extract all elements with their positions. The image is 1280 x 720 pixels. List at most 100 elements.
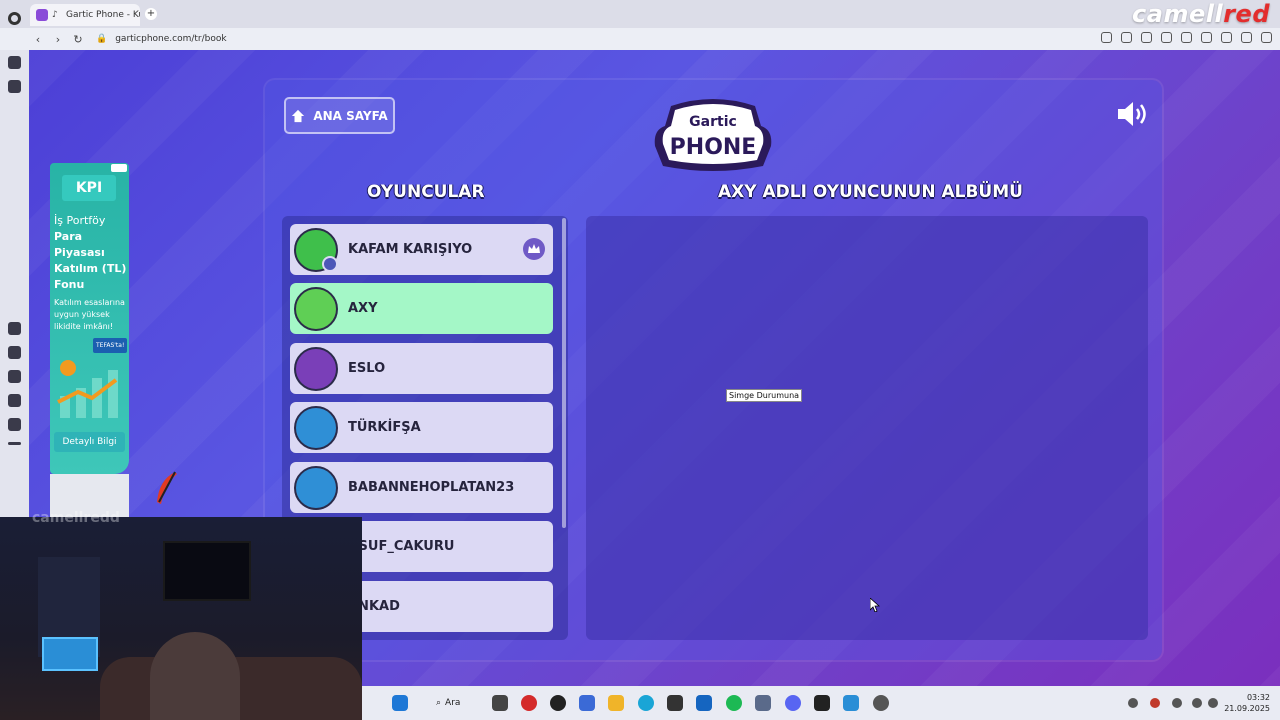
ad-line1: İş Portföy	[54, 214, 106, 227]
player-name: ESLO	[348, 361, 386, 376]
speaker-icon[interactable]: ♪	[52, 10, 62, 20]
address-bar-actions	[1101, 32, 1272, 43]
owner-badge-icon	[322, 256, 338, 272]
tooltip: Simge Durumuna	[726, 389, 803, 402]
app-icon-2[interactable]	[755, 695, 771, 711]
tray-app-icon[interactable]	[1150, 698, 1160, 708]
file-explorer-icon[interactable]	[608, 695, 624, 711]
new-tab-button[interactable]: +	[145, 8, 157, 20]
clock-date: 21.09.2025	[1224, 704, 1270, 713]
player-row[interactable]: BABANNEHOPLATAN23	[290, 462, 553, 513]
logo-phone-text: PHONE	[670, 135, 757, 160]
download-icon[interactable]	[1221, 32, 1232, 43]
tray-chevron-icon[interactable]	[1128, 698, 1138, 708]
outlook-icon[interactable]	[696, 695, 712, 711]
more-icon[interactable]	[8, 442, 21, 445]
taskbar-search-label: Ara	[445, 698, 461, 708]
player-row-active[interactable]: AXY	[290, 283, 553, 334]
home-button-label: ANA SAYFA	[313, 108, 388, 123]
home-icon[interactable]	[8, 56, 21, 69]
brand-watermark: camellred	[1132, 0, 1270, 28]
ad-banner[interactable]: KPI İş Portföy Para Piyasası Katılım (TL…	[50, 163, 129, 474]
mouse-cursor-icon	[870, 598, 880, 612]
g-hub-icon[interactable]	[814, 695, 830, 711]
messenger-icon[interactable]	[8, 394, 21, 407]
crown-icon	[523, 238, 545, 260]
speed-dial-icon[interactable]	[8, 80, 21, 93]
ad-cta-button[interactable]: Detaylı Bilgi	[54, 432, 125, 452]
player-avatar	[294, 287, 338, 331]
taskbar: ⌕ Ara 03:32 21.09.2025	[362, 686, 1280, 720]
forward-icon[interactable]: ›	[48, 33, 68, 46]
whatsapp-icon[interactable]	[8, 418, 21, 431]
windows-start-icon[interactable]	[392, 695, 408, 711]
edge-icon[interactable]	[638, 695, 654, 711]
menu-icon[interactable]	[1201, 32, 1212, 43]
tab-title: Gartic Phone - Kul	[66, 10, 140, 20]
heart-icon[interactable]	[1181, 32, 1192, 43]
task-view-icon[interactable]	[492, 695, 508, 711]
extensions-icon[interactable]	[1261, 32, 1272, 43]
sound-icon[interactable]	[1116, 100, 1150, 128]
brand-part2: red	[1223, 0, 1270, 28]
tab-favicon-icon	[36, 9, 48, 21]
webcam-label: camellredd	[32, 510, 120, 526]
notepad-icon[interactable]	[843, 695, 859, 711]
feather-icon	[157, 471, 177, 504]
player-name: BABANNEHOPLATAN23	[348, 480, 515, 495]
microphone-icon[interactable]	[1172, 698, 1182, 708]
layers-icon[interactable]	[8, 346, 21, 359]
obs-icon[interactable]	[873, 695, 889, 711]
taskbar-search[interactable]: ⌕ Ara	[430, 693, 480, 713]
gartic-phone-logo: Gartic PHONE	[654, 99, 772, 171]
volume-icon[interactable]	[1208, 698, 1218, 708]
lock-icon: 🔒	[96, 34, 108, 44]
ad-tefas-badge: TEFAS'ta!	[93, 338, 128, 353]
clock[interactable]: 03:32 21.09.2025	[1224, 692, 1270, 714]
profile-icon[interactable]	[1241, 32, 1252, 43]
player-avatar	[294, 466, 338, 510]
spotify-icon[interactable]	[726, 695, 742, 711]
cam-wall-frame	[163, 541, 251, 601]
ad-line3: Katılım esaslarına uygun yüksek likidite…	[54, 298, 125, 331]
players-scrollbar[interactable]	[562, 218, 566, 528]
wifi-icon[interactable]	[1192, 698, 1202, 708]
store-icon[interactable]	[667, 695, 683, 711]
album-title: AXY ADLI OYUNCUNUN ALBÜMÜ	[718, 182, 1023, 202]
ad-info-icon[interactable]	[111, 164, 127, 172]
player-row[interactable]: TÜRKİFŞA	[290, 402, 553, 453]
app-icon[interactable]	[579, 695, 595, 711]
shield-icon[interactable]	[1141, 32, 1152, 43]
reload-icon[interactable]: ↻	[68, 33, 88, 46]
arrow-icon[interactable]	[8, 370, 21, 383]
discord-icon[interactable]	[785, 695, 801, 711]
player-name: TÜRKİFŞA	[348, 420, 421, 435]
back-icon[interactable]: ‹	[28, 33, 48, 46]
player-row[interactable]: ESLO	[290, 343, 553, 394]
opera-icon[interactable]	[8, 12, 21, 25]
player-avatar	[294, 347, 338, 391]
play-icon[interactable]	[1161, 32, 1172, 43]
clock-time: 03:32	[1246, 693, 1270, 702]
opera-taskbar-icon[interactable]	[521, 695, 537, 711]
home-button[interactable]: ANA SAYFA	[284, 97, 395, 134]
cam-person	[150, 632, 240, 720]
webcam-overlay	[0, 517, 362, 720]
camera-icon[interactable]	[1121, 32, 1132, 43]
url-field[interactable]: garticphone.com/tr/book	[115, 34, 226, 44]
player-row[interactable]: KAFAM KARIŞIYO	[290, 224, 553, 275]
player-name: AXY	[348, 301, 378, 316]
player-name: KAFAM KARIŞIYO	[348, 242, 473, 257]
house-icon	[292, 109, 305, 122]
players-title: OYUNCULAR	[367, 182, 485, 202]
edit-icon[interactable]	[1101, 32, 1112, 43]
album-panel	[586, 216, 1148, 640]
player-avatar	[294, 406, 338, 450]
browser-tab[interactable]: ♪ Gartic Phone - Kul	[30, 4, 140, 26]
ad-line2: Para Piyasası Katılım (TL) Fonu	[54, 230, 127, 291]
opera-gx-icon[interactable]	[550, 695, 566, 711]
ai-icon[interactable]	[8, 322, 21, 335]
player-name: USUF_CAKURU	[348, 539, 455, 554]
browser-tab-bar: ♪ Gartic Phone - Kul + camellred	[0, 0, 1280, 28]
ad-chart-icon	[57, 360, 118, 418]
